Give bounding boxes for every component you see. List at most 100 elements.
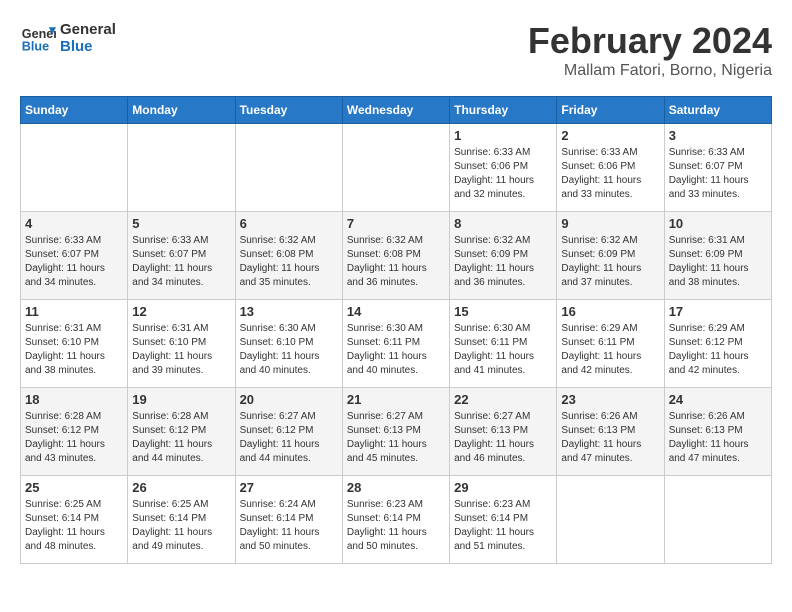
day-info: Sunrise: 6:33 AM Sunset: 6:07 PM Dayligh… (132, 234, 230, 290)
day-number: 12 (132, 304, 230, 319)
day-number: 26 (132, 480, 230, 495)
calendar-cell: 20 Sunrise: 6:27 AM Sunset: 6:12 PM Dayli… (235, 388, 342, 476)
calendar-cell (342, 124, 449, 212)
day-info: Sunrise: 6:29 AM Sunset: 6:11 PM Dayligh… (561, 322, 659, 378)
calendar-cell: 12 Sunrise: 6:31 AM Sunset: 6:10 PM Dayli… (128, 300, 235, 388)
calendar-cell: 26 Sunrise: 6:25 AM Sunset: 6:14 PM Dayli… (128, 476, 235, 564)
day-number: 19 (132, 392, 230, 407)
day-number: 29 (454, 480, 552, 495)
day-number: 25 (25, 480, 123, 495)
day-number: 5 (132, 216, 230, 231)
day-info: Sunrise: 6:33 AM Sunset: 6:06 PM Dayligh… (561, 146, 659, 202)
calendar-cell (21, 124, 128, 212)
page-header: General Blue General Blue February 2024 … (20, 20, 772, 80)
logo-icon: General Blue (20, 20, 56, 56)
day-info: Sunrise: 6:23 AM Sunset: 6:14 PM Dayligh… (454, 498, 552, 554)
calendar-cell: 21 Sunrise: 6:27 AM Sunset: 6:13 PM Dayli… (342, 388, 449, 476)
day-number: 2 (561, 128, 659, 143)
day-info: Sunrise: 6:30 AM Sunset: 6:11 PM Dayligh… (347, 322, 445, 378)
calendar-cell: 25 Sunrise: 6:25 AM Sunset: 6:14 PM Dayli… (21, 476, 128, 564)
day-info: Sunrise: 6:32 AM Sunset: 6:08 PM Dayligh… (240, 234, 338, 290)
calendar-cell: 9Sunrise: 6:32 AM Sunset: 6:09 PM Daylig… (557, 212, 664, 300)
month-title: February 2024 (528, 20, 772, 62)
day-number: 3 (669, 128, 767, 143)
day-number: 8 (454, 216, 552, 231)
logo-general: General (60, 21, 116, 38)
calendar-cell: 11Sunrise: 6:31 AM Sunset: 6:10 PM Dayli… (21, 300, 128, 388)
weekday-header-wednesday: Wednesday (342, 97, 449, 124)
day-info: Sunrise: 6:27 AM Sunset: 6:13 PM Dayligh… (454, 410, 552, 466)
day-number: 13 (240, 304, 338, 319)
calendar-cell: 17 Sunrise: 6:29 AM Sunset: 6:12 PM Dayli… (664, 300, 771, 388)
week-row-3: 11Sunrise: 6:31 AM Sunset: 6:10 PM Dayli… (21, 300, 772, 388)
calendar-table: SundayMondayTuesdayWednesdayThursdayFrid… (20, 96, 772, 564)
day-number: 20 (240, 392, 338, 407)
day-info: Sunrise: 6:23 AM Sunset: 6:14 PM Dayligh… (347, 498, 445, 554)
calendar-cell: 3 Sunrise: 6:33 AM Sunset: 6:07 PM Daylig… (664, 124, 771, 212)
day-info: Sunrise: 6:25 AM Sunset: 6:14 PM Dayligh… (25, 498, 123, 554)
day-number: 21 (347, 392, 445, 407)
calendar-cell (128, 124, 235, 212)
location-subtitle: Mallam Fatori, Borno, Nigeria (528, 62, 772, 80)
day-info: Sunrise: 6:28 AM Sunset: 6:12 PM Dayligh… (132, 410, 230, 466)
week-row-1: 1 Sunrise: 6:33 AM Sunset: 6:06 PM Daylig… (21, 124, 772, 212)
day-info: Sunrise: 6:31 AM Sunset: 6:10 PM Dayligh… (132, 322, 230, 378)
day-number: 23 (561, 392, 659, 407)
weekday-header-saturday: Saturday (664, 97, 771, 124)
calendar-cell: 19 Sunrise: 6:28 AM Sunset: 6:12 PM Dayli… (128, 388, 235, 476)
day-info: Sunrise: 6:30 AM Sunset: 6:11 PM Dayligh… (454, 322, 552, 378)
week-row-4: 18 Sunrise: 6:28 AM Sunset: 6:12 PM Dayli… (21, 388, 772, 476)
calendar-cell: 7Sunrise: 6:32 AM Sunset: 6:08 PM Daylig… (342, 212, 449, 300)
day-info: Sunrise: 6:25 AM Sunset: 6:14 PM Dayligh… (132, 498, 230, 554)
calendar-cell: 14 Sunrise: 6:30 AM Sunset: 6:11 PM Dayli… (342, 300, 449, 388)
day-number: 15 (454, 304, 552, 319)
calendar-cell: 10 Sunrise: 6:31 AM Sunset: 6:09 PM Dayli… (664, 212, 771, 300)
logo: General Blue General Blue (20, 20, 116, 56)
weekday-header-monday: Monday (128, 97, 235, 124)
calendar-cell: 13Sunrise: 6:30 AM Sunset: 6:10 PM Dayli… (235, 300, 342, 388)
day-info: Sunrise: 6:27 AM Sunset: 6:12 PM Dayligh… (240, 410, 338, 466)
day-info: Sunrise: 6:33 AM Sunset: 6:06 PM Dayligh… (454, 146, 552, 202)
day-number: 14 (347, 304, 445, 319)
day-number: 18 (25, 392, 123, 407)
calendar-cell: 28 Sunrise: 6:23 AM Sunset: 6:14 PM Dayli… (342, 476, 449, 564)
day-info: Sunrise: 6:26 AM Sunset: 6:13 PM Dayligh… (561, 410, 659, 466)
week-row-5: 25 Sunrise: 6:25 AM Sunset: 6:14 PM Dayli… (21, 476, 772, 564)
calendar-cell: 27Sunrise: 6:24 AM Sunset: 6:14 PM Dayli… (235, 476, 342, 564)
day-number: 4 (25, 216, 123, 231)
calendar-cell (557, 476, 664, 564)
title-section: February 2024 Mallam Fatori, Borno, Nige… (528, 20, 772, 80)
calendar-cell: 18 Sunrise: 6:28 AM Sunset: 6:12 PM Dayli… (21, 388, 128, 476)
calendar-cell: 6 Sunrise: 6:32 AM Sunset: 6:08 PM Daylig… (235, 212, 342, 300)
day-info: Sunrise: 6:33 AM Sunset: 6:07 PM Dayligh… (669, 146, 767, 202)
day-number: 27 (240, 480, 338, 495)
day-info: Sunrise: 6:33 AM Sunset: 6:07 PM Dayligh… (25, 234, 123, 290)
calendar-cell: 5 Sunrise: 6:33 AM Sunset: 6:07 PM Daylig… (128, 212, 235, 300)
day-info: Sunrise: 6:32 AM Sunset: 6:09 PM Dayligh… (454, 234, 552, 290)
weekday-header-tuesday: Tuesday (235, 97, 342, 124)
day-info: Sunrise: 6:29 AM Sunset: 6:12 PM Dayligh… (669, 322, 767, 378)
day-number: 28 (347, 480, 445, 495)
calendar-cell: 24Sunrise: 6:26 AM Sunset: 6:13 PM Dayli… (664, 388, 771, 476)
calendar-cell (235, 124, 342, 212)
calendar-cell: 22 Sunrise: 6:27 AM Sunset: 6:13 PM Dayli… (450, 388, 557, 476)
day-info: Sunrise: 6:27 AM Sunset: 6:13 PM Dayligh… (347, 410, 445, 466)
day-number: 1 (454, 128, 552, 143)
svg-text:Blue: Blue (22, 40, 49, 54)
calendar-cell: 29 Sunrise: 6:23 AM Sunset: 6:14 PM Dayli… (450, 476, 557, 564)
day-info: Sunrise: 6:31 AM Sunset: 6:09 PM Dayligh… (669, 234, 767, 290)
day-number: 7 (347, 216, 445, 231)
day-info: Sunrise: 6:28 AM Sunset: 6:12 PM Dayligh… (25, 410, 123, 466)
day-number: 9 (561, 216, 659, 231)
calendar-cell: 23 Sunrise: 6:26 AM Sunset: 6:13 PM Dayli… (557, 388, 664, 476)
day-number: 24 (669, 392, 767, 407)
logo-blue: Blue (60, 38, 116, 55)
day-number: 17 (669, 304, 767, 319)
day-number: 6 (240, 216, 338, 231)
calendar-cell: 16 Sunrise: 6:29 AM Sunset: 6:11 PM Dayli… (557, 300, 664, 388)
calendar-cell: 4 Sunrise: 6:33 AM Sunset: 6:07 PM Daylig… (21, 212, 128, 300)
day-number: 10 (669, 216, 767, 231)
calendar-cell: 8 Sunrise: 6:32 AM Sunset: 6:09 PM Daylig… (450, 212, 557, 300)
day-number: 22 (454, 392, 552, 407)
day-number: 16 (561, 304, 659, 319)
